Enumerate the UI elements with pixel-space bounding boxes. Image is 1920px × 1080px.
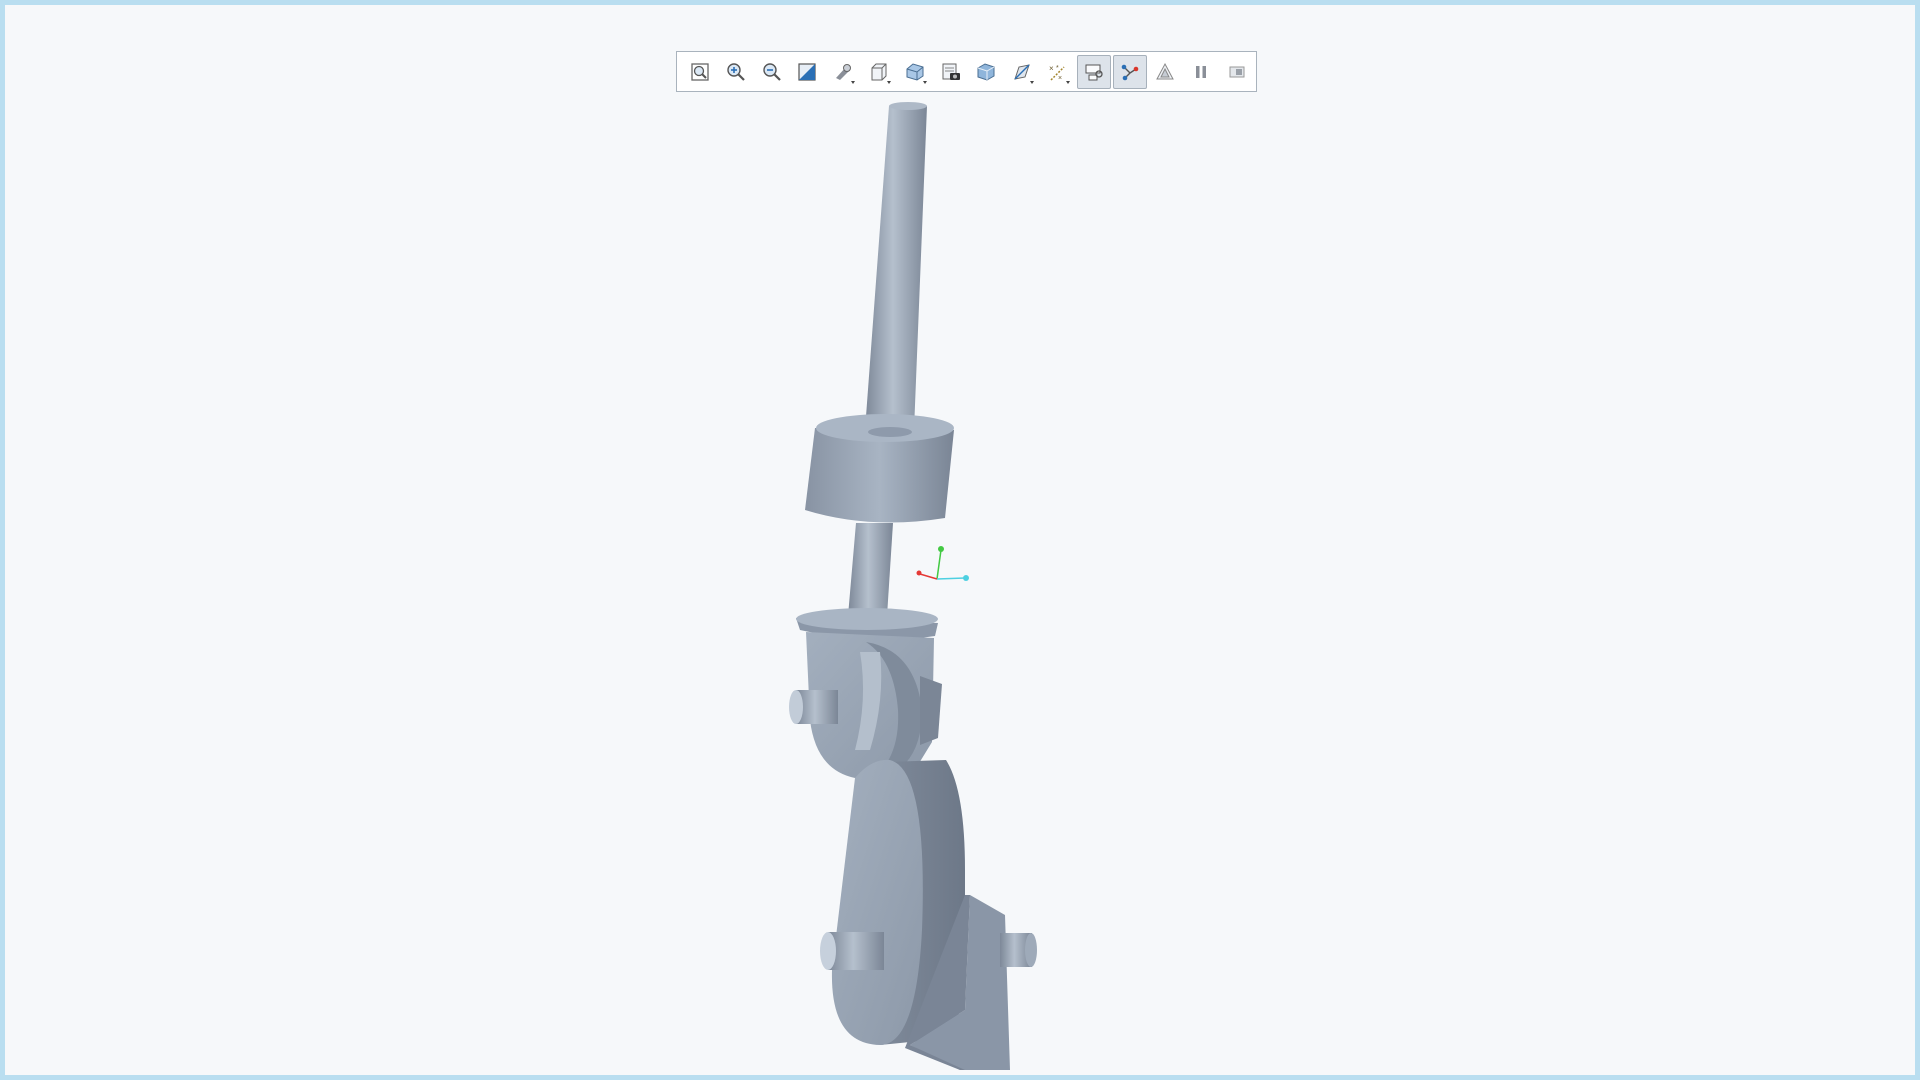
- zoom-out-icon: [762, 62, 781, 81]
- lower-rod[interactable]: [848, 523, 893, 616]
- annotation-display-button[interactable]: [1112, 54, 1147, 89]
- bracket-pin[interactable]: [1000, 933, 1037, 967]
- refit-button[interactable]: [683, 55, 717, 89]
- pause-button[interactable]: [1184, 55, 1218, 89]
- stop-icon: [1229, 66, 1245, 77]
- display-style-button[interactable]: [862, 55, 896, 89]
- svg-text:×: ×: [1058, 75, 1062, 82]
- zoom-in-button[interactable]: [719, 55, 753, 89]
- graphics-window: × * ×: [0, 0, 1920, 1080]
- appearance-button[interactable]: [970, 55, 1004, 89]
- view-manager-icon: [942, 63, 960, 80]
- svg-text:*: *: [1056, 65, 1059, 72]
- simplify-icon: [1156, 62, 1175, 79]
- refit-icon: [691, 62, 709, 81]
- 3d-model-view[interactable]: [10, 10, 1920, 1080]
- fork-pin[interactable]: [789, 690, 838, 724]
- simplify-button[interactable]: [1149, 55, 1183, 89]
- spin-center-button[interactable]: [1076, 54, 1111, 89]
- zoom-in-icon: [727, 62, 745, 81]
- coordinate-triad: [916, 546, 969, 581]
- view-toolbar: × * ×: [676, 51, 1257, 92]
- section-button[interactable]: [1005, 55, 1039, 89]
- view-manager-button[interactable]: [934, 55, 968, 89]
- saved-orientations-icon: [906, 62, 924, 81]
- datum-display-button[interactable]: × * ×: [1041, 55, 1075, 89]
- datum-display-icon: × *×: [1049, 64, 1065, 82]
- crank-pin[interactable]: [820, 932, 884, 970]
- perspective-button[interactable]: [826, 55, 860, 89]
- perspective-icon: [836, 63, 852, 80]
- repaint-icon: [798, 62, 816, 81]
- display-style-icon: [871, 63, 887, 80]
- upper-rod[interactable]: [865, 102, 927, 430]
- svg-text:×: ×: [1049, 64, 1054, 73]
- fork-clevis[interactable]: [789, 632, 942, 778]
- cylinder-weight[interactable]: [805, 414, 954, 523]
- appearance-icon: [977, 62, 995, 81]
- repaint-button[interactable]: [790, 55, 824, 89]
- zoom-out-button[interactable]: [755, 55, 789, 89]
- spin-center-icon: [1085, 64, 1103, 80]
- stop-button[interactable]: [1220, 55, 1254, 89]
- saved-orientations-button[interactable]: [898, 55, 932, 89]
- model-viewport[interactable]: [10, 10, 1920, 1080]
- pause-icon: [1196, 65, 1207, 78]
- section-icon: [1014, 63, 1030, 80]
- annotation-display-icon: [1121, 64, 1138, 80]
